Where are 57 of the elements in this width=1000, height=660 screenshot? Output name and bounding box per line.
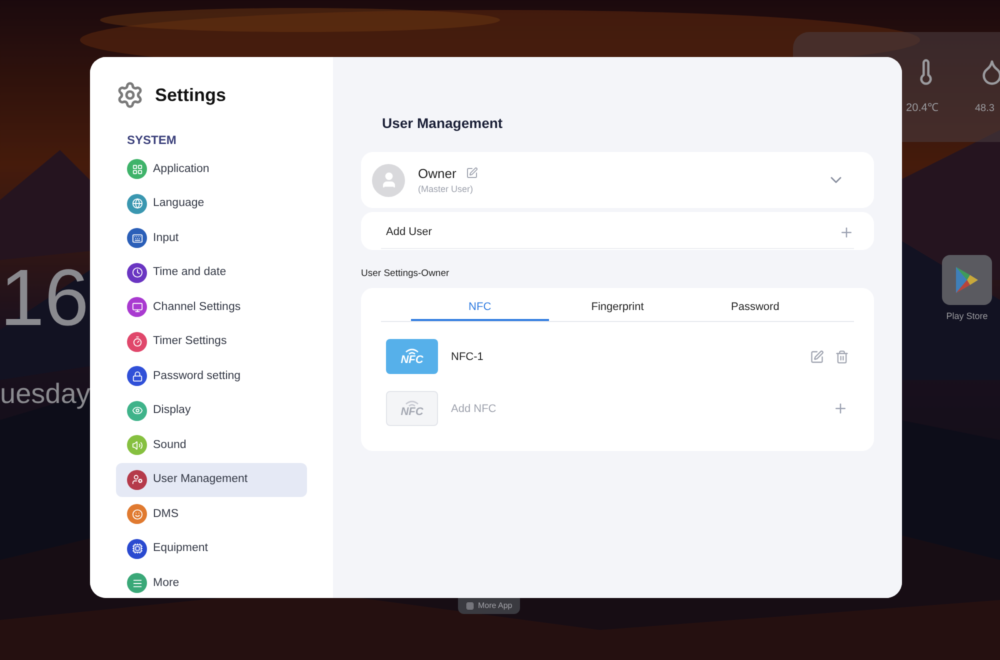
add-user-label: Add User xyxy=(386,225,433,240)
user-name: Owner xyxy=(418,164,456,182)
clock-hour: 16 xyxy=(0,258,89,338)
tab[interactable]: Password xyxy=(686,295,824,322)
sidebar-item[interactable]: DMS xyxy=(116,497,307,532)
chip-icon xyxy=(132,543,142,554)
nfc-card: NFC xyxy=(386,339,438,374)
sidebar-item[interactable]: Time and date xyxy=(116,256,307,290)
edit-icon[interactable] xyxy=(810,350,824,364)
sidebar-item[interactable]: Sound xyxy=(116,428,307,462)
speaker-icon xyxy=(132,440,142,451)
menu-icon xyxy=(132,578,142,589)
weekday: uesday xyxy=(0,380,90,408)
trash-icon[interactable] xyxy=(835,350,849,364)
add-user-row[interactable]: Add User xyxy=(361,212,874,250)
gear-icon xyxy=(116,81,144,109)
temperature: 20.4℃ xyxy=(906,101,938,116)
user-role: (Master User) xyxy=(418,183,474,196)
sidebar-item[interactable]: User Management xyxy=(116,462,307,497)
monitor-icon xyxy=(132,302,142,313)
plus-icon[interactable] xyxy=(833,401,848,416)
clock-icon xyxy=(132,267,142,278)
section-label: User Settings-Owner xyxy=(361,267,450,281)
sidebar-item[interactable]: More xyxy=(116,566,307,598)
humidity: 48.3 xyxy=(975,102,994,116)
app-label: Play Store xyxy=(946,310,988,323)
section-heading: SYSTEM xyxy=(127,132,178,149)
tab[interactable]: Fingerprint xyxy=(548,295,686,322)
globe-icon xyxy=(132,198,142,210)
sidebar-item[interactable]: Input xyxy=(116,221,307,256)
sidebar-item[interactable]: Display xyxy=(116,394,307,428)
sidebar-item[interactable]: Password setting xyxy=(116,359,307,394)
sidebar-item[interactable]: Application xyxy=(116,152,307,186)
nfc-label: NFC-1 xyxy=(451,350,484,364)
sidebar-item[interactable]: Timer Settings xyxy=(116,324,307,359)
grid-icon xyxy=(466,602,474,610)
timer-icon xyxy=(132,336,142,348)
more-apps-button[interactable]: More App xyxy=(458,598,520,614)
sidebar-item[interactable]: Equipment xyxy=(116,532,307,566)
tab[interactable]: NFC xyxy=(411,295,549,322)
smile-icon xyxy=(132,508,142,520)
signal-icon xyxy=(405,400,419,407)
nfc-card: NFC xyxy=(386,391,438,426)
sidebar-item[interactable]: Channel Settings xyxy=(116,290,307,324)
eye-icon xyxy=(132,405,142,416)
user-icon xyxy=(132,474,142,486)
page-title: User Management xyxy=(382,114,504,133)
grid-icon xyxy=(132,164,142,175)
lock-icon xyxy=(132,370,142,382)
plus-icon[interactable] xyxy=(839,225,854,240)
window-title: Settings xyxy=(155,84,226,107)
app-icon[interactable] xyxy=(942,255,992,305)
keyboard-icon xyxy=(132,232,142,244)
edit-icon[interactable] xyxy=(466,167,478,180)
sidebar-item[interactable]: Language xyxy=(116,186,307,221)
play-icon xyxy=(954,266,980,294)
signal-icon xyxy=(405,348,419,355)
